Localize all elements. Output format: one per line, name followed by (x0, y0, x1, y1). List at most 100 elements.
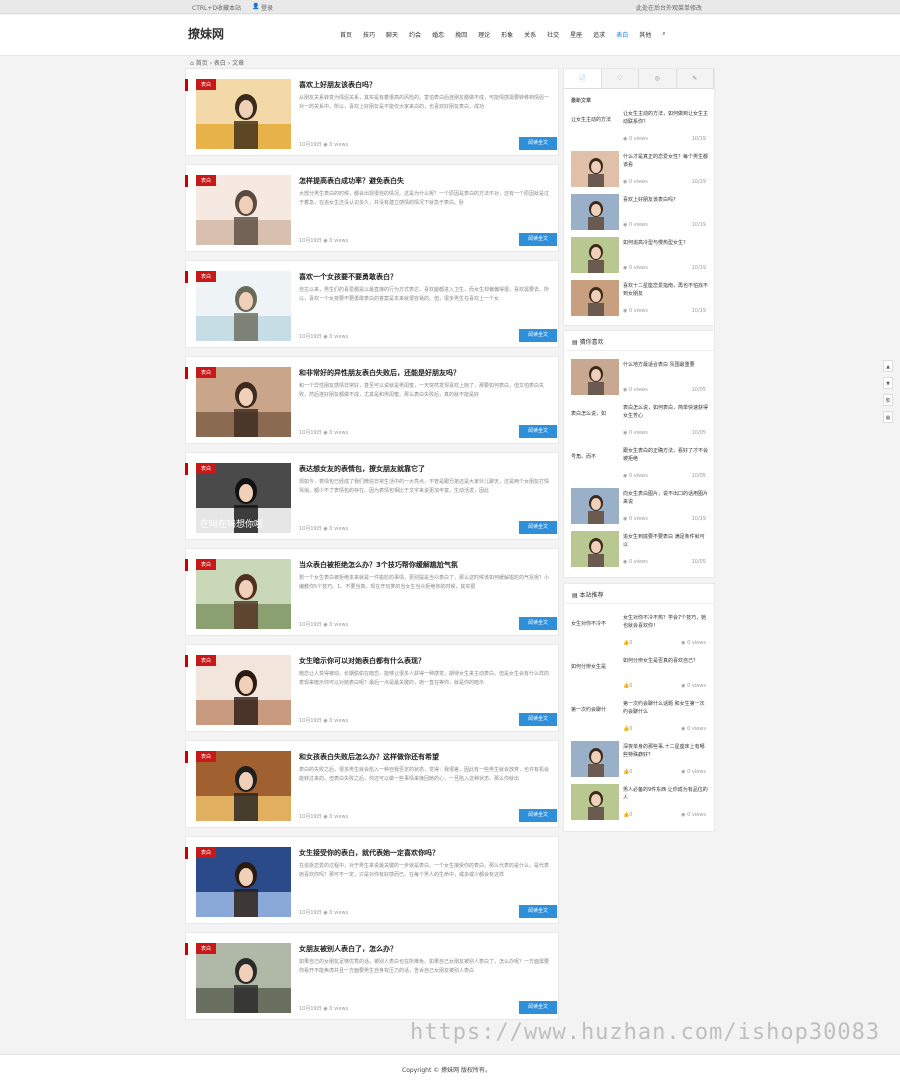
nav-item[interactable]: 婚恋 (432, 30, 444, 39)
sidebar-item-title[interactable]: 男人必备的9件东西 让你成为有品位的人 (623, 786, 708, 802)
read-more-button[interactable]: 阅读全文 (519, 617, 557, 630)
sidebar-item-title[interactable]: 深夜单身的那些事,十二星座床上有哪些特殊癖好？ (623, 743, 708, 759)
sidebar-item[interactable]: 如何追高冷型与慢热型女生？ ◉ 0 views 10/19 (564, 235, 714, 278)
search-icon[interactable]: ⌕ (662, 30, 665, 39)
post-title[interactable]: 女生接受你的表白，就代表她一定喜欢你吗？ (299, 848, 549, 858)
sidebar-tab-icon[interactable]: ✎ (676, 69, 714, 88)
sidebar-item[interactable]: 女生对你不冷不 女生对你不冷不热？学会7个技巧，她也就会喜欢你！ 👍0 ◉ 0 vi… (564, 610, 714, 653)
sidebar-item[interactable]: 什么才是真正的恋爱女性？每个男生都该看 ◉ 0 views 10/19 (564, 149, 714, 192)
sidebar-item[interactable]: 什么地方最适合表白 氛围最重要 ◉ 0 views 10/05 (564, 357, 714, 400)
sidebar-item-title[interactable]: 喜欢十二星座恋爱指南，再也不怕找不到女朋友 (623, 282, 708, 298)
category-tag[interactable]: 表白 (196, 79, 217, 90)
float-button[interactable]: ▲ (883, 360, 893, 372)
post-title[interactable]: 喜欢一个女孩要不要勇敢表白？ (299, 272, 549, 282)
category-tag[interactable]: 表白 (196, 463, 217, 474)
nav-item[interactable]: 理论 (478, 30, 490, 39)
read-more-button[interactable]: 阅读全文 (519, 425, 557, 438)
nav-item[interactable]: 社交 (547, 30, 559, 39)
nav-item[interactable]: 追求 (593, 30, 605, 39)
sidebar-thumb-text[interactable]: 表白怎么说，如 (571, 410, 619, 417)
category-tag[interactable]: 表白 (196, 367, 217, 378)
sidebar-thumbnail[interactable] (571, 194, 619, 230)
nav-item[interactable]: 表白 (616, 30, 628, 39)
sidebar-thumbnail[interactable] (571, 280, 619, 316)
category-tag[interactable]: 表白 (196, 847, 217, 858)
sidebar-item-title[interactable]: 向女生表白图片，说不出口的话用图片来说 (623, 490, 708, 506)
float-button[interactable]: ▼ (883, 377, 893, 389)
sidebar-tab-icon[interactable]: ♡ (601, 69, 639, 88)
sidebar-item[interactable]: 表白怎么说，如 表白怎么说，如何表白，简单快速获得女生芳心 ◉ 0 views 10… (564, 400, 714, 443)
sidebar-item-title[interactable]: 让女生主动的方法，如何做到让女生主动联系你？ (623, 110, 708, 126)
category-tag[interactable]: 表白 (196, 271, 217, 282)
sidebar-item-title[interactable]: 第一次约会聊什么话题 和女生第一次约会聊什么 (623, 700, 708, 716)
sidebar-thumb-text[interactable]: 女生对你不冷不 (571, 620, 619, 627)
read-more-button[interactable]: 阅读全文 (519, 809, 557, 822)
read-more-button[interactable]: 阅读全文 (519, 521, 557, 534)
category-tag[interactable]: 表白 (196, 559, 217, 570)
sidebar-item-title[interactable]: 表白怎么说，如何表白，简单快速获得女生芳心 (623, 404, 708, 420)
sidebar-item-title[interactable]: 喜欢上好朋友该表白吗？ (623, 196, 708, 204)
nav-item[interactable]: 形象 (501, 30, 513, 39)
sidebar-thumb-text[interactable]: 第一次约会聊什 (571, 706, 619, 713)
sidebar-item-title[interactable]: 什么地方最适合表白 氛围最重要 (623, 361, 708, 369)
sidebar-thumbnail[interactable] (571, 237, 619, 273)
category-tag[interactable]: 表白 (196, 655, 217, 666)
sidebar-item-title[interactable]: 什么才是真正的恋爱女性？每个男生都该看 (623, 153, 708, 169)
sidebar-thumb-text[interactable]: 号角。而不 (571, 453, 619, 460)
nav-item[interactable]: 聊天 (386, 30, 398, 39)
category-tag[interactable]: 表白 (196, 943, 217, 954)
bookmark-link[interactable]: CTRL+D收藏本站 (192, 3, 241, 12)
post-title[interactable]: 表达想女友的表情包，撩女朋友就靠它了 (299, 464, 549, 474)
sidebar-item[interactable]: 如何分辨女生是 如何分辨女生是否真的喜欢自己？ 👍0 ◉ 0 views (564, 653, 714, 696)
sidebar-item[interactable]: 男人必备的9件东西 让你成为有品位的人 👍0 ◉ 0 views (564, 782, 714, 825)
sidebar-item-title[interactable]: 如何追高冷型与慢热型女生？ (623, 239, 708, 247)
sidebar-item-title[interactable]: 追女生到底要不要表白 满足条件就可以 (623, 533, 708, 549)
breadcrumb-text[interactable]: 首页 › 表白 › 文章 (196, 60, 244, 67)
read-more-button[interactable]: 阅读全文 (519, 905, 557, 918)
sidebar-item[interactable]: 喜欢上好朋友该表白吗？ ◉ 0 views 10/19 (564, 192, 714, 235)
sidebar-thumb-text[interactable]: 如何分辨女生是 (571, 663, 619, 670)
nav-item[interactable]: 星座 (570, 30, 582, 39)
topbar-notice[interactable]: 此处在后台外观菜单修改 (636, 3, 702, 12)
float-button[interactable]: 繁 (883, 394, 893, 406)
post-title[interactable]: 和非常好的异性朋友表白失败后，还能是好朋友吗？ (299, 368, 549, 378)
sidebar-item[interactable]: 深夜单身的那些事,十二星座床上有哪些特殊癖好？ 👍0 ◉ 0 views (564, 739, 714, 782)
nav-item[interactable]: 关系 (524, 30, 536, 39)
nav-item[interactable]: 技巧 (363, 30, 375, 39)
nav-item[interactable]: 首页 (340, 30, 352, 39)
sidebar-thumbnail[interactable] (571, 531, 619, 567)
nav-item[interactable]: 其他 (639, 30, 651, 39)
nav-item[interactable]: 挽回 (455, 30, 467, 39)
read-more-button[interactable]: 阅读全文 (519, 233, 557, 246)
post-title[interactable]: 女生暗示你可以对她表白都有什么表现？ (299, 656, 549, 666)
sidebar-thumbnail[interactable] (571, 488, 619, 524)
sidebar-item-title[interactable]: 女生对你不冷不热？学会7个技巧，她也就会喜欢你！ (623, 614, 708, 630)
sidebar-thumbnail[interactable] (571, 151, 619, 187)
post-title[interactable]: 当众表白被拒绝怎么办？3个技巧帮你缓解尴尬气氛 (299, 560, 549, 570)
post-title[interactable]: 和女孩表白失败后怎么办？这样做你还有希望 (299, 752, 549, 762)
float-button[interactable]: ▦ (883, 411, 893, 423)
sidebar-thumbnail[interactable] (571, 741, 619, 777)
read-more-button[interactable]: 阅读全文 (519, 713, 557, 726)
category-tag[interactable]: 表白 (196, 751, 217, 762)
sidebar-item-title[interactable]: 跟女生表白的正确方法，看好了才不会被拒绝 (623, 447, 708, 463)
sidebar-tab-icon[interactable]: 📄 (564, 69, 602, 88)
nav-item[interactable]: 约会 (409, 30, 421, 39)
site-logo[interactable]: 撩妹网 (188, 25, 224, 42)
read-more-button[interactable]: 阅读全文 (519, 329, 557, 342)
sidebar-item[interactable]: 追女生到底要不要表白 满足条件就可以 ◉ 0 views 10/05 (564, 529, 714, 572)
category-tag[interactable]: 表白 (196, 175, 217, 186)
post-title[interactable]: 喜欢上好朋友该表白吗？ (299, 80, 549, 90)
sidebar-tab-icon[interactable]: ◎ (639, 69, 677, 88)
sidebar-thumbnail[interactable] (571, 359, 619, 395)
sidebar-item[interactable]: 喜欢十二星座恋爱指南，再也不怕找不到女朋友 ◉ 0 views 10/19 (564, 278, 714, 321)
sidebar-item[interactable]: 向女生表白图片，说不出口的话用图片来说 ◉ 0 views 10/19 (564, 486, 714, 529)
sidebar-item[interactable]: 让女生主动的方法 让女生主动的方法，如何做到让女生主动联系你？ ◉ 0 views … (564, 106, 714, 149)
post-title[interactable]: 女朋友被别人表白了，怎么办？ (299, 944, 549, 954)
read-more-button[interactable]: 阅读全文 (519, 137, 557, 150)
sidebar-item-title[interactable]: 如何分辨女生是否真的喜欢自己？ (623, 657, 708, 665)
read-more-button[interactable]: 阅读全文 (519, 1001, 557, 1014)
sidebar-thumb-text[interactable]: 让女生主动的方法 (571, 116, 619, 123)
login-link[interactable]: 登录 (261, 3, 273, 12)
sidebar-item[interactable]: 号角。而不 跟女生表白的正确方法，看好了才不会被拒绝 ◉ 0 views 10/05 (564, 443, 714, 486)
